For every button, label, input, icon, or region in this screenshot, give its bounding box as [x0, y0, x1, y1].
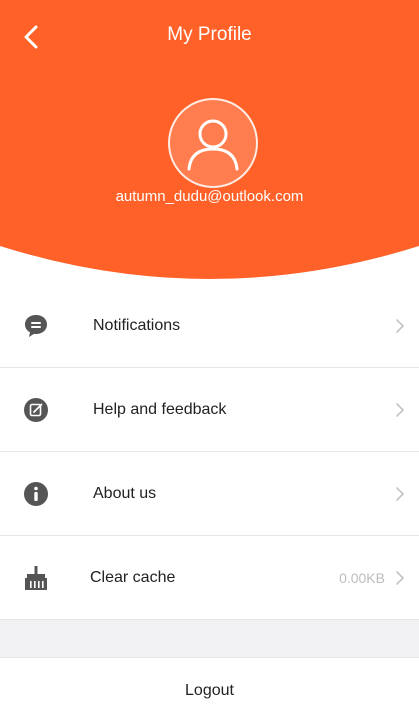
profile-screen: My Profile autumn_dudu@outlook.com Notif…	[0, 0, 419, 722]
chevron-right-icon	[396, 486, 404, 501]
chevron-right-icon	[396, 402, 404, 417]
chat-bubble-icon	[23, 313, 49, 339]
menu-item-label: Help and feedback	[93, 400, 227, 418]
menu-item-clear-cache[interactable]: Clear cache 0.00KB	[0, 536, 419, 620]
user-icon	[187, 119, 239, 171]
settings-menu: Notifications Help and feedback About us…	[0, 284, 419, 620]
info-icon	[23, 481, 49, 507]
logout-button[interactable]: Logout	[0, 659, 419, 722]
menu-item-label: Notifications	[93, 316, 181, 334]
edit-icon	[23, 397, 49, 423]
page-title: My Profile	[167, 24, 252, 45]
menu-item-notifications[interactable]: Notifications	[0, 284, 419, 368]
broom-icon	[23, 565, 49, 591]
section-divider	[0, 620, 419, 658]
menu-item-label: Clear cache	[90, 568, 176, 586]
chevron-right-icon	[396, 318, 404, 333]
profile-header: My Profile autumn_dudu@outlook.com	[0, 0, 419, 285]
user-email: autumn_dudu@outlook.com	[115, 188, 304, 205]
menu-item-label: About us	[93, 484, 157, 502]
avatar[interactable]	[168, 98, 258, 188]
cache-size-value: 0.00KB	[339, 569, 385, 586]
menu-item-help-feedback[interactable]: Help and feedback	[0, 368, 419, 452]
menu-item-about-us[interactable]: About us	[0, 452, 419, 536]
chevron-right-icon	[396, 570, 404, 585]
